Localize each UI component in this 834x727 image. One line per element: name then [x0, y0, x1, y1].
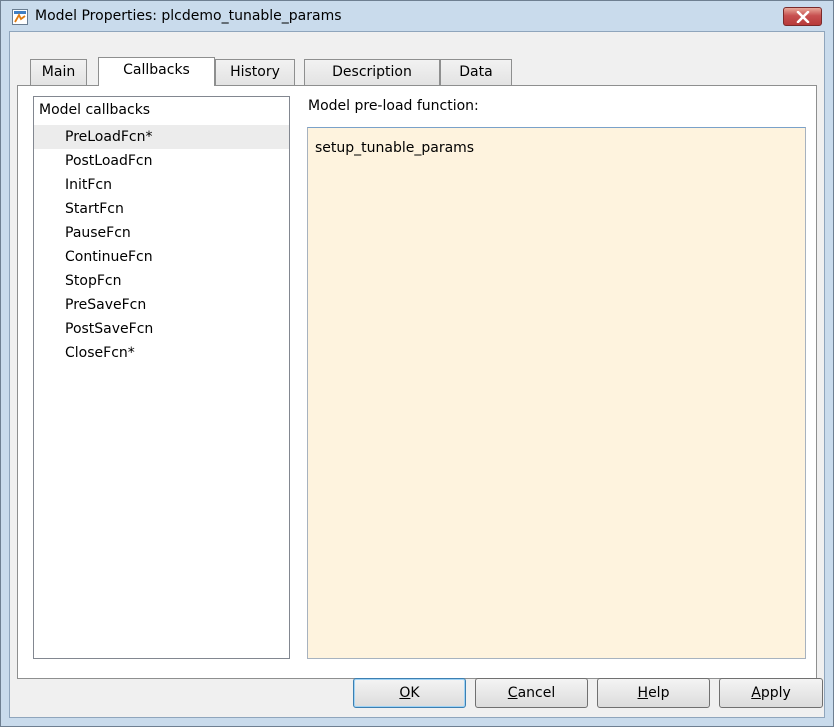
- window-title: Model Properties: plcdemo_tunable_params: [35, 8, 342, 24]
- list-item-presavefcn[interactable]: PreSaveFcn: [34, 293, 289, 317]
- cancel-mnemonic: C: [507, 685, 518, 701]
- tab-description[interactable]: Description: [304, 59, 440, 85]
- list-item-continuefcn[interactable]: ContinueFcn: [34, 245, 289, 269]
- editor-content[interactable]: setup_tunable_params: [315, 139, 474, 157]
- editor-label: Model pre-load function:: [308, 98, 479, 114]
- close-button[interactable]: [783, 7, 822, 26]
- apply-button[interactable]: Apply: [719, 678, 823, 708]
- apply-label: pply: [760, 685, 791, 701]
- help-mnemonic: H: [637, 685, 649, 701]
- model-callbacks-list[interactable]: Model callbacks PreLoadFcn* PostLoadFcn …: [33, 96, 290, 659]
- tab-main[interactable]: Main: [30, 59, 87, 85]
- apply-mnemonic: A: [751, 685, 761, 701]
- list-item-postloadfcn[interactable]: PostLoadFcn: [34, 149, 289, 173]
- list-item-closefcn[interactable]: CloseFcn*: [34, 341, 289, 365]
- list-item-pausefcn[interactable]: PauseFcn: [34, 221, 289, 245]
- list-item-stopfcn[interactable]: StopFcn: [34, 269, 289, 293]
- callbacks-panel: Model callbacks PreLoadFcn* PostLoadFcn …: [17, 85, 817, 679]
- ok-mnemonic: O: [399, 685, 411, 701]
- help-label: elp: [648, 685, 670, 701]
- tab-callbacks[interactable]: Callbacks: [98, 57, 215, 86]
- list-item-initfcn[interactable]: InitFcn: [34, 173, 289, 197]
- ok-button[interactable]: OK: [353, 678, 466, 708]
- list-header: Model callbacks: [39, 102, 151, 118]
- ok-label: K: [410, 685, 420, 701]
- title-bar[interactable]: Model Properties: plcdemo_tunable_params: [1, 1, 833, 31]
- callback-items: PreLoadFcn* PostLoadFcn InitFcn StartFcn…: [34, 125, 289, 365]
- simulink-model-icon: [12, 9, 28, 25]
- cancel-button[interactable]: Cancel: [475, 678, 588, 708]
- list-item-preloadfcn[interactable]: PreLoadFcn*: [34, 125, 289, 149]
- list-item-postsavefcn[interactable]: PostSaveFcn: [34, 317, 289, 341]
- help-button[interactable]: Help: [597, 678, 710, 708]
- tab-data[interactable]: Data: [440, 59, 512, 85]
- list-item-startfcn[interactable]: StartFcn: [34, 197, 289, 221]
- cancel-label: ancel: [517, 685, 556, 701]
- callback-code-editor[interactable]: setup_tunable_params: [307, 127, 806, 659]
- tab-history[interactable]: History: [215, 59, 295, 85]
- dialog-body: Main Callbacks History Description Data …: [9, 31, 825, 718]
- model-properties-dialog: Model Properties: plcdemo_tunable_params…: [0, 0, 834, 727]
- close-icon: [796, 11, 810, 23]
